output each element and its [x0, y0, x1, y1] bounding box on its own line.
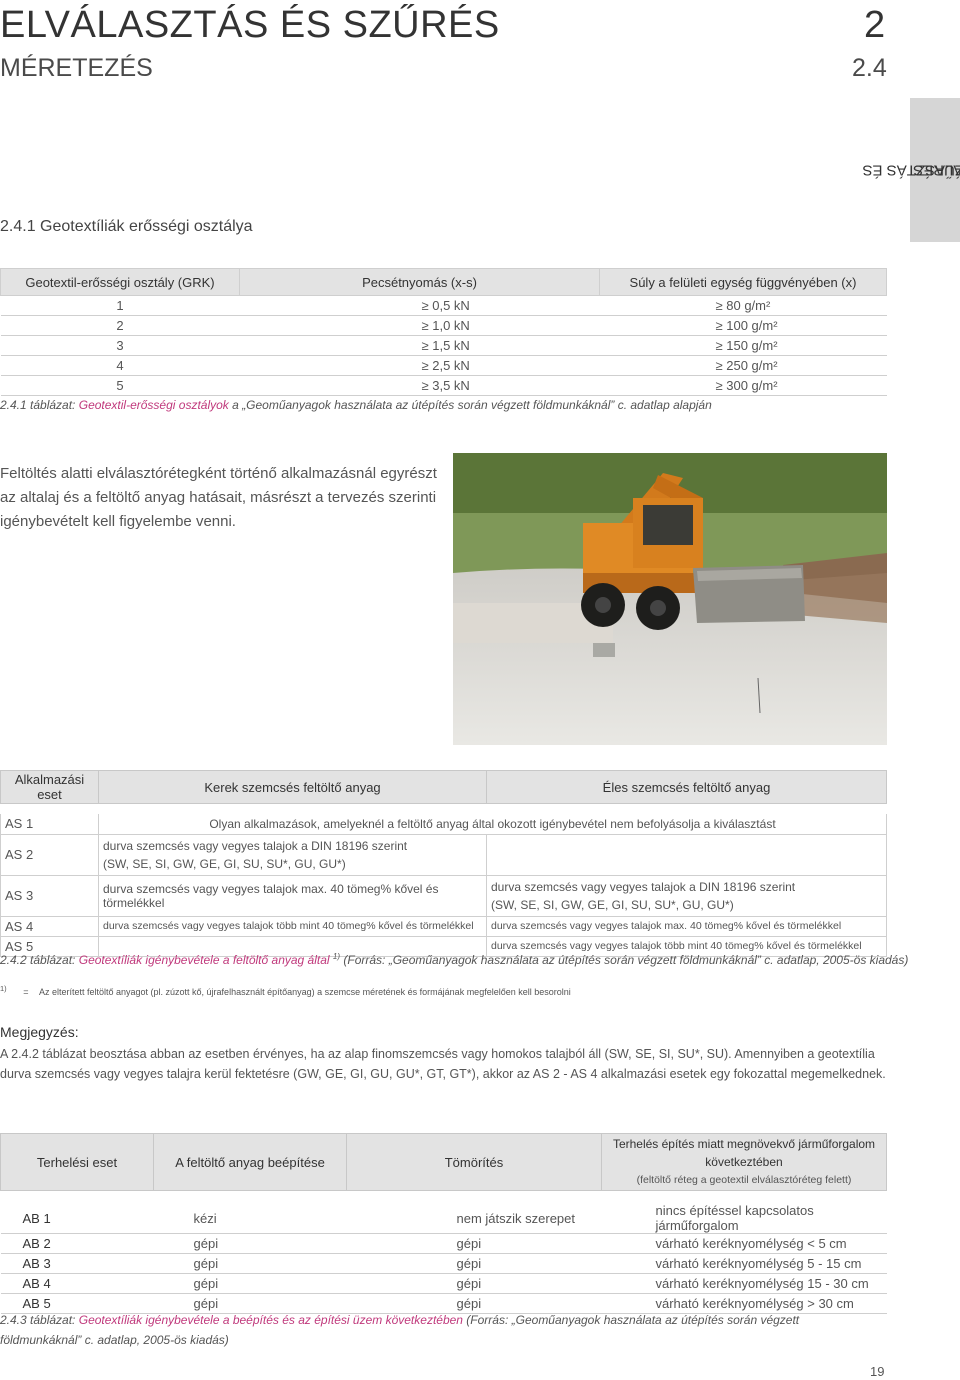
- table-header: Terhelés építés miatt megnövekvő járműfo…: [601, 1133, 887, 1191]
- table-row: 4 ≥ 2,5 kN ≥ 250 g/m²: [0, 355, 887, 376]
- table-row: AS 1 Olyan alkalmazások, amelyeknél a fe…: [0, 814, 887, 835]
- table-row: 3 ≥ 1,5 kN ≥ 150 g/m²: [0, 335, 887, 356]
- table-header: Alkalmazási eset: [0, 770, 99, 804]
- table-header: Éles szemcsés feltöltő anyag: [486, 770, 887, 804]
- table-row: AB 1 kézi nem játszik szerepet nincs épí…: [0, 1203, 887, 1234]
- table-row: AB 4 gépi gépi várható keréknyomélység 1…: [0, 1273, 887, 1294]
- load-case-table: Terhelési eset A feltöltő anyag beépítés…: [0, 1133, 887, 1314]
- table-row: AS 2 durva szemcsés vagy vegyes talajok …: [0, 834, 887, 876]
- page-subtitle: MÉRETEZÉS: [0, 54, 153, 82]
- chapter-number: 2: [864, 4, 886, 46]
- table-header: A feltöltő anyag beépítése: [153, 1133, 347, 1191]
- note-text: A 2.4.2 táblázat beosztása abban az eset…: [0, 1047, 886, 1081]
- page-title: ELVÁLASZTÁS ÉS SZŰRÉS: [0, 4, 500, 46]
- table-row: 2 ≥ 1,0 kN ≥ 100 g/m²: [0, 315, 887, 336]
- page-number: 19: [870, 1364, 885, 1379]
- section-title: 2.4.1 Geotextíliák erősségi osztálya: [0, 218, 253, 235]
- table-caption: 2.4.2 táblázat: Geotextíliák igénybevéte…: [0, 952, 909, 967]
- note-heading: Megjegyzés:: [0, 1024, 79, 1040]
- table-header: Geotextil-erősségi osztály (GRK): [0, 268, 240, 296]
- table-header: Terhelési eset: [0, 1133, 154, 1191]
- footnote: 1) = Az elterített feltöltő anyagot (pl.…: [0, 984, 571, 997]
- table-row: AB 2 gépi gépi várható keréknyomélység <…: [0, 1233, 887, 1254]
- application-case-table: Alkalmazási eset Kerek szemcsés feltöltő…: [0, 770, 887, 957]
- side-tab: ELVÁLASZTÁS ÉSSZŰRÉS: [862, 98, 960, 242]
- table-header: Tömörítés: [346, 1133, 602, 1191]
- table-caption: 2.4.1 táblázat: Geotextil-erősségi osztá…: [0, 398, 712, 412]
- body-paragraph: Feltöltés alatti elválasztórétegként tör…: [0, 465, 437, 530]
- table-row: AS 3 durva szemcsés vagy vegyes talajok …: [0, 875, 887, 917]
- table-header: Pecsétnyomás (x-s): [239, 268, 600, 296]
- table-row: AS 4 durva szemcsés vagy vegyes talajok …: [0, 916, 887, 937]
- section-number: 2.4: [852, 54, 887, 82]
- table-row: 5 ≥ 3,5 kN ≥ 300 g/m²: [0, 375, 887, 396]
- excavator-photo: [453, 453, 887, 745]
- table-row: AB 3 gépi gépi várható keréknyomélység 5…: [0, 1253, 887, 1274]
- strength-class-table: Geotextil-erősségi osztály (GRK) Pecsétn…: [0, 268, 887, 396]
- table-caption: 2.4.3 táblázat: Geotextíliák igénybevéte…: [0, 1313, 800, 1347]
- table-header: Kerek szemcsés feltöltő anyag: [98, 770, 487, 804]
- table-header: Súly a felületi egység függvényében (x): [599, 268, 887, 296]
- side-tab-label: ELVÁLASZTÁS ÉSSZŰRÉS: [862, 161, 960, 179]
- table-row: 1 ≥ 0,5 kN ≥ 80 g/m²: [0, 295, 887, 316]
